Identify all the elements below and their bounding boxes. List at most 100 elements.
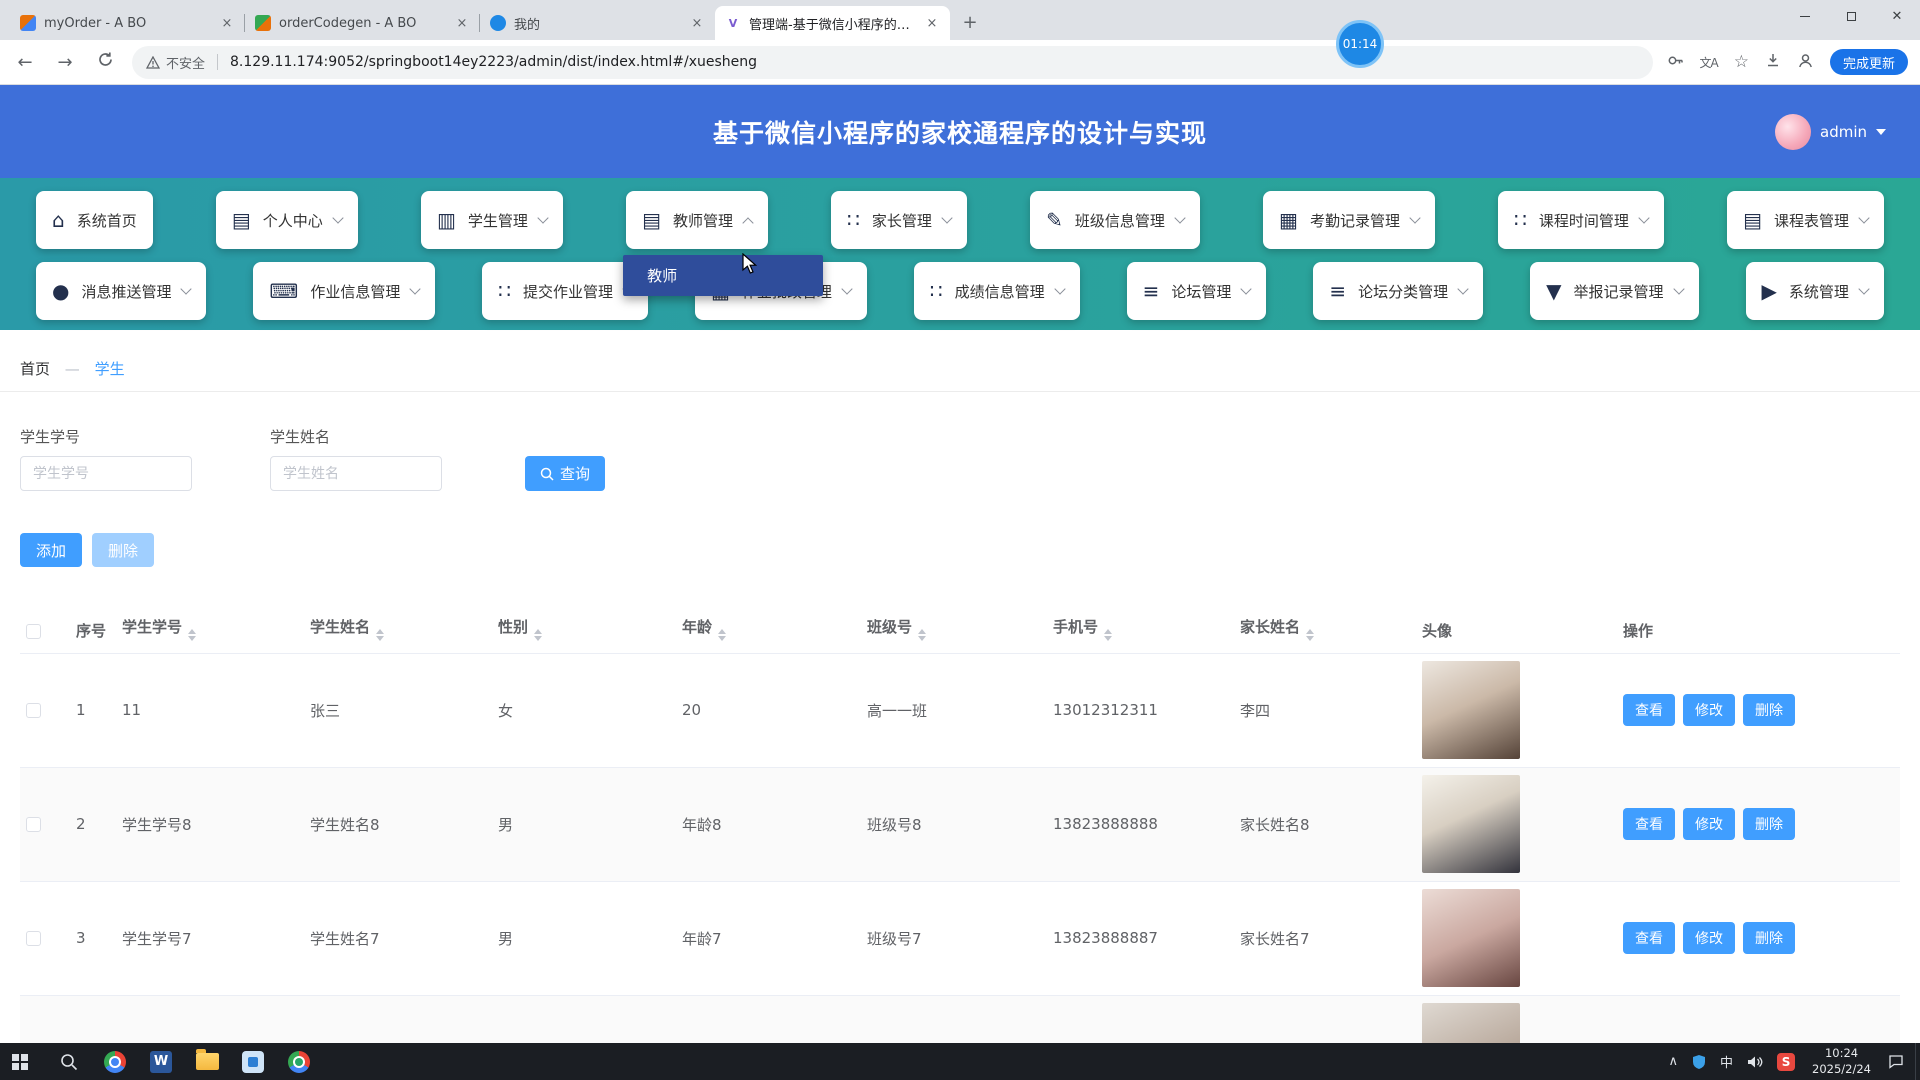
taskbar-search-icon[interactable] <box>46 1043 92 1080</box>
divider <box>217 54 218 70</box>
breadcrumb-current[interactable]: 学生 <box>95 360 125 378</box>
minimize-button[interactable] <box>1782 0 1828 32</box>
taskbar-clock[interactable]: 10:24 2025/2/24 <box>1802 1046 1881 1077</box>
tab-close-icon[interactable]: × <box>924 15 940 31</box>
back-icon[interactable]: ← <box>12 52 38 73</box>
breadcrumb-home[interactable]: 首页 <box>20 360 50 378</box>
refresh-icon[interactable] <box>92 51 118 73</box>
nav-item-teacher-mgmt[interactable]: ▤ 教师管理 教师 <box>626 191 768 249</box>
row-delete-button[interactable]: 删除 <box>1743 694 1795 726</box>
row-checkbox[interactable] <box>26 931 41 946</box>
row-delete-button[interactable]: 删除 <box>1743 808 1795 840</box>
view-button[interactable]: 查看 <box>1623 694 1675 726</box>
view-button[interactable]: 查看 <box>1623 922 1675 954</box>
select-all-checkbox[interactable] <box>26 624 41 639</box>
new-tab-button[interactable]: + <box>956 8 984 36</box>
nav-item-timetable-mgmt[interactable]: ▤ 课程表管理 <box>1727 191 1884 249</box>
translate-icon[interactable]: 文A <box>1700 54 1718 71</box>
tab-title: 我的 <box>514 14 681 33</box>
user-menu[interactable]: admin <box>1775 114 1886 150</box>
taskbar-explorer-icon[interactable] <box>184 1043 230 1080</box>
bookmark-star-icon[interactable]: ☆ <box>1734 52 1749 72</box>
taskbar-app-icon[interactable] <box>230 1043 276 1080</box>
home-icon: ⌂ <box>52 210 65 230</box>
col-parent-name[interactable]: 家长姓名 <box>1234 609 1416 653</box>
student-name-input[interactable] <box>270 456 442 491</box>
nav-item-home[interactable]: ⌂ 系统首页 <box>36 191 153 249</box>
nav-item-forum-category-mgmt[interactable]: ≡ 论坛分类管理 <box>1313 262 1483 320</box>
recording-timer-badge[interactable]: 01:14 <box>1336 20 1384 68</box>
col-student-no[interactable]: 学生学号 <box>116 609 304 653</box>
browser-tab-2[interactable]: orderCodegen - A BO × <box>245 6 480 40</box>
browser-update-button[interactable]: 完成更新 <box>1830 49 1908 75</box>
start-button[interactable] <box>0 1043 46 1080</box>
key-icon[interactable] <box>1667 52 1684 73</box>
row-delete-button[interactable]: 删除 <box>1743 922 1795 954</box>
submenu-item-teacher[interactable]: 教师 <box>647 265 677 286</box>
row-checkbox[interactable] <box>26 817 41 832</box>
col-student-name[interactable]: 学生姓名 <box>304 609 492 653</box>
nav-item-course-time-mgmt[interactable]: ∷ 课程时间管理 <box>1498 191 1664 249</box>
nav-item-grade-info-mgmt[interactable]: ∷ 成绩信息管理 <box>914 262 1080 320</box>
col-phone[interactable]: 手机号 <box>1047 609 1234 653</box>
chevron-down-icon <box>1858 283 1869 294</box>
sort-icon[interactable] <box>1104 625 1112 645</box>
nav-item-class-info-mgmt[interactable]: ✎ 班级信息管理 <box>1030 191 1200 249</box>
maximize-button[interactable] <box>1828 0 1874 32</box>
teacher-submenu: 教师 <box>623 255 823 296</box>
edit-button[interactable]: 修改 <box>1683 922 1735 954</box>
nav-item-parent-mgmt[interactable]: ∷ 家长管理 <box>831 191 967 249</box>
col-gender[interactable]: 性别 <box>492 609 676 653</box>
edit-button[interactable]: 修改 <box>1683 808 1735 840</box>
sort-icon[interactable] <box>1306 625 1314 645</box>
nav-item-report-record-mgmt[interactable]: ▼ 举报记录管理 <box>1530 262 1698 320</box>
row-checkbox[interactable] <box>26 703 41 718</box>
edit-button[interactable]: 修改 <box>1683 694 1735 726</box>
download-icon[interactable] <box>1765 52 1781 72</box>
tab-close-icon[interactable]: × <box>219 15 235 31</box>
action-center-icon[interactable] <box>1881 1043 1911 1080</box>
taskbar-chrome-icon[interactable] <box>92 1043 138 1080</box>
nav-item-student-mgmt[interactable]: ▥ 学生管理 <box>421 191 563 249</box>
student-no-input[interactable] <box>20 456 192 491</box>
table-header-row: 序号 学生学号 学生姓名 性别 年龄 班级号 手机号 家长姓名 头像 操作 <box>20 609 1900 653</box>
sort-icon[interactable] <box>534 625 542 645</box>
grid-icon: ∷ <box>930 281 943 301</box>
delete-button[interactable]: 删除 <box>92 533 154 567</box>
nav-item-message-push-mgmt[interactable]: ● 消息推送管理 <box>36 262 206 320</box>
nav-item-homework-info-mgmt[interactable]: ⌨ 作业信息管理 <box>253 262 435 320</box>
sogou-input-icon[interactable]: S <box>1770 1043 1802 1080</box>
browser-tab-3[interactable]: 我的 × <box>480 6 715 40</box>
col-class-no[interactable]: 班级号 <box>861 609 1047 653</box>
sort-icon[interactable] <box>188 625 196 645</box>
browser-tab-active[interactable]: V 管理端-基于微信小程序的家校 × <box>715 6 950 40</box>
tab-close-icon[interactable]: × <box>454 15 470 31</box>
add-button[interactable]: 添加 <box>20 533 82 567</box>
chevron-down-icon <box>1457 283 1468 294</box>
search-button[interactable]: 查询 <box>525 456 605 491</box>
volume-icon[interactable] <box>1740 1043 1770 1080</box>
nav-item-forum-mgmt[interactable]: ≡ 论坛管理 <box>1127 262 1267 320</box>
view-button[interactable]: 查看 <box>1623 808 1675 840</box>
taskbar-word-icon[interactable]: W <box>138 1043 184 1080</box>
profile-icon[interactable] <box>1797 52 1814 73</box>
input-method-indicator[interactable]: 中 <box>1713 1043 1740 1080</box>
nav-item-attendance-mgmt[interactable]: ▦ 考勤记录管理 <box>1263 191 1435 249</box>
sort-icon[interactable] <box>376 625 384 645</box>
defender-shield-icon[interactable] <box>1685 1043 1713 1080</box>
browser-tab-1[interactable]: myOrder - A BO × <box>10 6 245 40</box>
col-age[interactable]: 年龄 <box>676 609 861 653</box>
sort-icon[interactable] <box>718 625 726 645</box>
show-desktop-button[interactable] <box>1915 1043 1920 1080</box>
taskbar-browser2-icon[interactable] <box>276 1043 322 1080</box>
address-bar[interactable]: 不安全 8.129.11.174:9052/springboot14ey2223… <box>132 46 1653 79</box>
chevron-down-icon <box>332 212 343 223</box>
close-button[interactable]: ✕ <box>1874 0 1920 32</box>
nav-item-system-mgmt[interactable]: ▶ 系统管理 <box>1746 262 1884 320</box>
security-chip[interactable]: 不安全 <box>146 53 205 72</box>
tab-close-icon[interactable]: × <box>689 15 705 31</box>
tray-chevron-up-icon[interactable]: ∧ <box>1662 1043 1686 1080</box>
sort-icon[interactable] <box>918 625 926 645</box>
forward-icon[interactable]: → <box>52 52 78 73</box>
nav-item-profile[interactable]: ▤ 个人中心 <box>216 191 358 249</box>
